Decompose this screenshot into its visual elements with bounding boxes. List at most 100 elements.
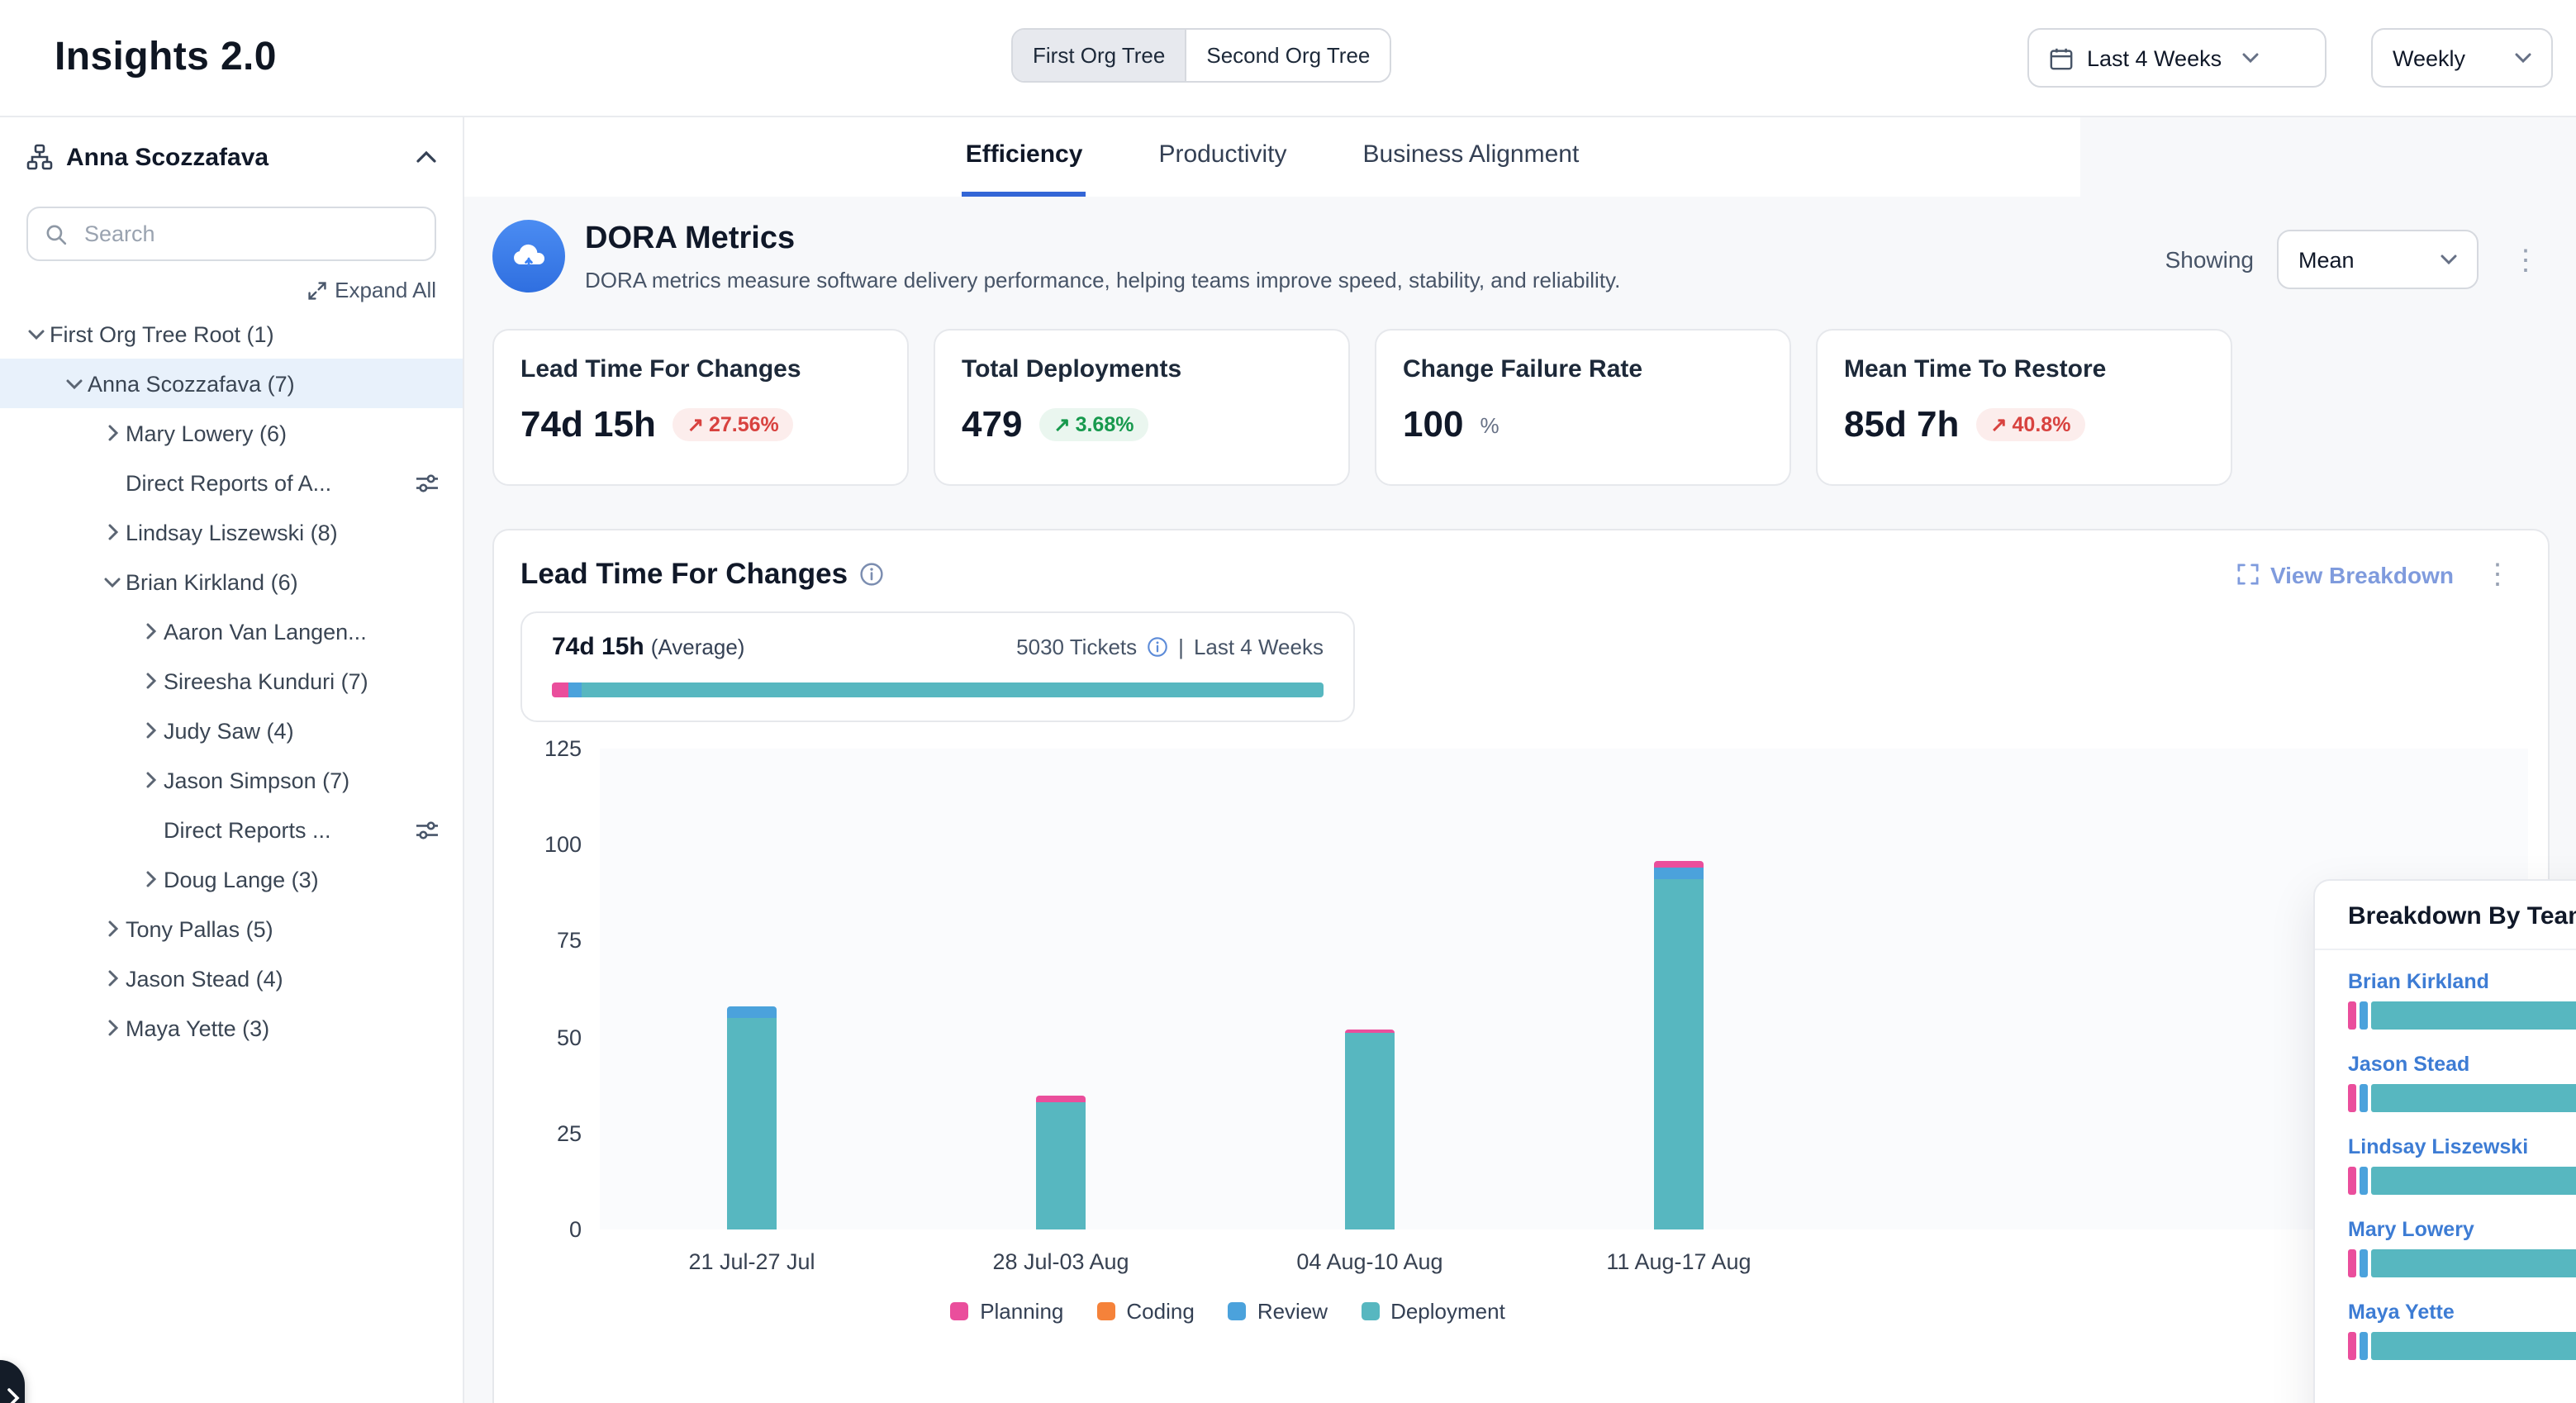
showing-label: Showing (2165, 246, 2254, 273)
chevron-right-icon[interactable] (137, 722, 164, 739)
chevron-right-icon[interactable] (99, 920, 126, 937)
arrow-up-right-icon: ↗ (1053, 413, 1070, 436)
chart-bar-4[interactable] (1654, 860, 1704, 1229)
tree-item-label: Doug Lange (3) (164, 867, 463, 892)
metric-card-title: Change Failure Rate (1403, 355, 1763, 383)
bar-segment-deployment (1345, 1034, 1395, 1229)
dora-cloud-icon (492, 220, 565, 292)
tree-item-jason-stead-4[interactable]: Jason Stead (4) (0, 954, 463, 1003)
team-name-link[interactable]: Brian Kirkland (2348, 970, 2576, 993)
collapse-sidebar-chevron-up-icon[interactable] (416, 150, 436, 164)
team-name-link[interactable]: Maya Yette (2348, 1301, 2576, 1324)
tree-item-label: Direct Reports ... (164, 817, 415, 842)
chevron-down-icon (2441, 254, 2457, 264)
tree-item-direct-reports[interactable]: Direct Reports ... (0, 805, 463, 854)
legend-item-planning: Planning (950, 1299, 1063, 1324)
team-bar-deployment-segment: 74d 15h (2371, 1084, 2576, 1112)
summary-period: Last 4 Weeks (1194, 635, 1324, 659)
metric-card-value: 100 (1403, 403, 1463, 446)
chevron-right-icon[interactable] (137, 871, 164, 887)
chevron-down-icon[interactable] (61, 378, 88, 389)
date-range-dropdown[interactable]: Last 4 Weeks (2027, 28, 2326, 88)
chart-legend: PlanningCodingReviewDeployment (600, 1299, 1856, 1324)
tree-item-label: Mary Lowery (6) (126, 421, 463, 445)
chevron-right-icon[interactable] (137, 623, 164, 640)
tree-item-jason-simpson-7[interactable]: Jason Simpson (7) (0, 755, 463, 805)
org-tree-toggle-second-org-tree[interactable]: Second Org Tree (1185, 30, 1390, 81)
search-input[interactable] (81, 220, 418, 248)
bar-segment-review (727, 1006, 777, 1018)
tree-item-label: Maya Yette (3) (126, 1015, 463, 1040)
sidebar-expand-handle[interactable] (0, 1360, 25, 1403)
org-hierarchy-icon (26, 144, 53, 170)
legend-item-deployment: Deployment (1361, 1299, 1505, 1324)
dora-kebab-menu[interactable]: ⋮ (2502, 242, 2550, 277)
bar-segment-deployment (1036, 1102, 1086, 1229)
metric-card-value: 479 (962, 403, 1022, 446)
tree-item-doug-lange-3[interactable]: Doug Lange (3) (0, 854, 463, 904)
chevron-right-icon[interactable] (137, 673, 164, 689)
tree-item-aaron-van-langen[interactable]: Aaron Van Langen... (0, 606, 463, 656)
team-name-link[interactable]: Mary Lowery (2348, 1218, 2576, 1241)
legend-label: Coding (1126, 1299, 1194, 1324)
sidebar-header: Anna Scozzafava (0, 117, 463, 197)
tree-item-lindsay-liszewski-8[interactable]: Lindsay Liszewski (8) (0, 507, 463, 557)
lead-time-title: Lead Time For Changes (520, 557, 848, 592)
granularity-dropdown[interactable]: Weekly (2371, 28, 2553, 88)
chevron-right-icon[interactable] (99, 1020, 126, 1036)
team-lead-time-bar: 74d 15h (2348, 1001, 2576, 1030)
sidebar-owner-name: Anna Scozzafava (66, 143, 403, 171)
legend-swatch-coding (1096, 1302, 1115, 1320)
chevron-down-icon[interactable] (23, 328, 50, 340)
tree-item-brian-kirkland-6[interactable]: Brian Kirkland (6) (0, 557, 463, 606)
chevron-right-icon[interactable] (99, 524, 126, 540)
tab-business-alignment[interactable]: Business Alignment (1360, 117, 1583, 197)
metric-card-mean-time-to-restore: Mean Time To Restore85d 7h↗40.8% (1816, 329, 2232, 486)
tree-item-judy-saw-4[interactable]: Judy Saw (4) (0, 706, 463, 755)
team-name-link[interactable]: Jason Stead (2348, 1053, 2576, 1076)
metric-card-value-row: 85d 7h↗40.8% (1844, 403, 2204, 446)
team-name-link[interactable]: Lindsay Liszewski (2348, 1135, 2576, 1158)
info-icon[interactable] (1147, 636, 1168, 658)
tree-item-mary-lowery-6[interactable]: Mary Lowery (6) (0, 408, 463, 458)
org-tree-toggle: First Org TreeSecond Org Tree (1011, 28, 1391, 83)
summary-segment-planning (552, 682, 569, 697)
tab-productivity[interactable]: Productivity (1155, 117, 1290, 197)
tree-item-first-org-tree-root-1[interactable]: First Org Tree Root (1) (0, 309, 463, 359)
expand-all-button[interactable]: Expand All (26, 278, 436, 302)
chevron-down-icon[interactable] (99, 576, 126, 587)
tab-efficiency[interactable]: Efficiency (962, 117, 1086, 197)
view-breakdown-button[interactable]: View Breakdown (2237, 561, 2454, 587)
metric-delta-value: 3.68% (1076, 413, 1134, 436)
filter-sliders-icon[interactable] (415, 819, 440, 840)
tree-item-direct-reports-of-a[interactable]: Direct Reports of A... (0, 458, 463, 507)
x-axis-label: 04 Aug-10 Aug (1229, 1249, 1510, 1274)
chart-bar-1[interactable] (727, 1006, 777, 1229)
team-bar-review-segment (2360, 1001, 2368, 1030)
x-axis-label: 21 Jul-27 Jul (611, 1249, 892, 1274)
team-lead-time-bar: 74d 15h (2348, 1084, 2576, 1112)
chevron-right-icon[interactable] (137, 772, 164, 788)
org-tree: First Org Tree Root (1)Anna Scozzafava (… (0, 309, 463, 1053)
tree-item-maya-yette-3[interactable]: Maya Yette (3) (0, 1003, 463, 1053)
aggregation-value: Mean (2298, 247, 2355, 272)
tree-item-sireesha-kunduri-7[interactable]: Sireesha Kunduri (7) (0, 656, 463, 706)
filter-sliders-icon[interactable] (415, 472, 440, 493)
team-bar-deployment-segment: 74d 15h (2371, 1332, 2576, 1360)
legend-label: Planning (980, 1299, 1063, 1324)
team-lead-time-bar: 74d 15h (2348, 1249, 2576, 1277)
sidebar-search (26, 207, 436, 261)
breakdown-panel-title: Breakdown By Teams (2348, 902, 2576, 930)
org-tree-toggle-first-org-tree[interactable]: First Org Tree (1013, 30, 1185, 81)
lead-time-kebab-menu[interactable]: ⋮ (2474, 557, 2521, 592)
tree-item-tony-pallas-5[interactable]: Tony Pallas (5) (0, 904, 463, 954)
tree-item-label: Lindsay Liszewski (8) (126, 520, 463, 545)
granularity-value: Weekly (2393, 45, 2465, 70)
chevron-right-icon[interactable] (99, 425, 126, 441)
info-icon[interactable] (859, 562, 884, 587)
chart-bar-2[interactable] (1036, 1095, 1086, 1229)
aggregation-dropdown[interactable]: Mean (2277, 230, 2479, 289)
tree-item-anna-scozzafava-7[interactable]: Anna Scozzafava (7) (0, 359, 463, 408)
chart-bar-3[interactable] (1345, 1030, 1395, 1229)
chevron-right-icon[interactable] (99, 970, 126, 987)
